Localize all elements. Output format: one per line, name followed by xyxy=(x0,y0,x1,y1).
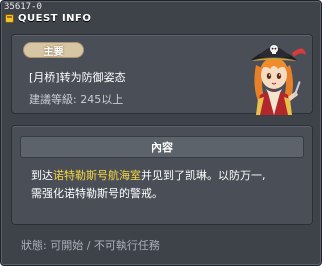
quest-content-panel: 內容 到达诺特勒斯号航海室并见到了凯琳。以防万一, 需强化诺特勒斯号的警戒。 xyxy=(11,125,313,225)
content-heading: 內容 xyxy=(20,136,304,158)
description-suffix: 并见到了凯琳。以防万一, xyxy=(141,169,266,182)
description-prefix: 到达 xyxy=(31,169,53,182)
quest-npc-portrait xyxy=(234,35,314,115)
quest-header-panel: 主要 [月桥]转为防御姿态 建議等級: 245以上 xyxy=(11,34,314,115)
description-location-highlight: 诺特勒斯号航海室 xyxy=(53,169,141,182)
recommended-level: 建議等級: 245以上 xyxy=(29,93,124,106)
description-line-2: 需强化诺特勒斯号的警戒。 xyxy=(31,187,163,200)
window-title: QUEST INFO xyxy=(18,12,92,24)
quest-type-badge: 主要 xyxy=(23,42,84,58)
pirate-girl-icon xyxy=(250,45,306,115)
quest-info-window: 35617-0 QUEST INFO 主要 [月桥]转为防御姿态 建議等級: 2… xyxy=(0,0,322,266)
quest-status: 狀態: 可開始 / 不可執行任務 xyxy=(21,239,160,252)
quest-name: [月桥]转为防御姿态 xyxy=(29,71,126,84)
window-title-bar[interactable]: QUEST INFO xyxy=(5,11,91,25)
quest-scroll-icon xyxy=(5,13,14,23)
quest-description: 到达诺特勒斯号航海室并见到了凯琳。以防万一, 需强化诺特勒斯号的警戒。 xyxy=(31,167,305,203)
